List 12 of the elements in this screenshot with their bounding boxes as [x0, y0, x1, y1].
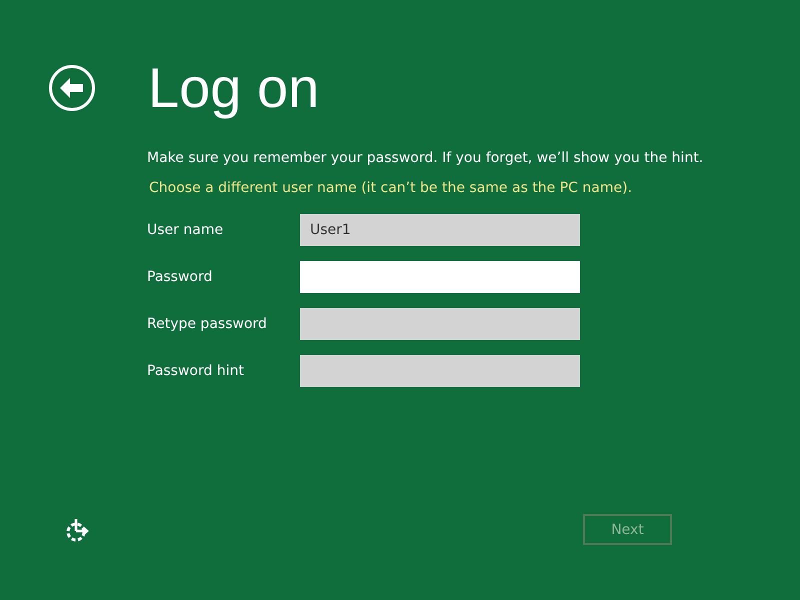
input-field[interactable]	[300, 355, 580, 387]
page-title: Log on	[148, 58, 320, 118]
input-field[interactable]: User1	[300, 214, 580, 246]
field-label: Retype password	[147, 316, 268, 332]
field-label: Password hint	[147, 363, 245, 379]
input-field[interactable]	[300, 261, 580, 293]
instruction-text: Make sure you remember your password. If you forget, we’ll show you the hint.	[147, 150, 704, 166]
warning-text: Choose a different user name (it can’t be the same as the PC name).	[149, 180, 634, 196]
field-label: User name	[147, 222, 224, 238]
input-field[interactable]	[300, 308, 580, 340]
field-label: Password	[147, 269, 214, 285]
back-button[interactable]	[48, 64, 96, 112]
